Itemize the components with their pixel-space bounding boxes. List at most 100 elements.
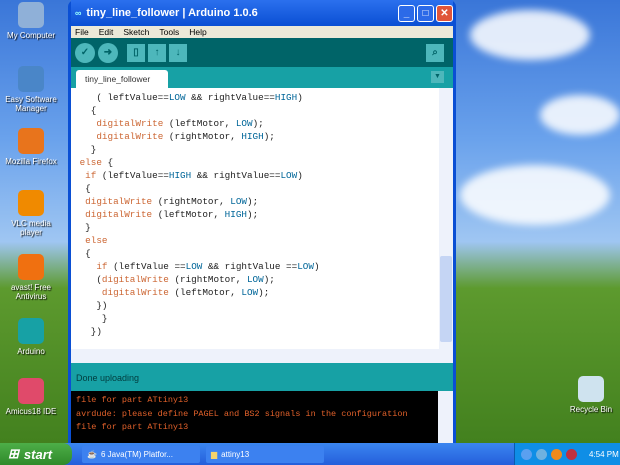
code-token: { bbox=[74, 248, 91, 259]
code-keyword: digitalWrite bbox=[96, 118, 164, 129]
console-scrollbar[interactable] bbox=[438, 391, 453, 444]
save-button[interactable]: ↓ bbox=[169, 43, 187, 62]
menu-file[interactable]: File bbox=[75, 27, 89, 37]
scrollbar-thumb[interactable] bbox=[440, 256, 452, 342]
editor-vertical-scrollbar[interactable] bbox=[439, 88, 453, 349]
menu-edit[interactable]: Edit bbox=[99, 27, 114, 37]
tray-expand-icon[interactable] bbox=[521, 448, 532, 460]
code-line: } bbox=[74, 143, 320, 156]
app-icon bbox=[18, 254, 44, 280]
code-line: else { bbox=[74, 156, 320, 169]
menu-help[interactable]: Help bbox=[189, 27, 206, 37]
code-constant: LOW bbox=[241, 287, 259, 298]
code-keyword: digitalWrite bbox=[101, 287, 169, 298]
code-constant: LOW bbox=[246, 274, 264, 285]
window-title: tiny_line_follower | Arduino 1.0.6 bbox=[86, 7, 258, 19]
menu-sketch[interactable]: Sketch bbox=[123, 27, 149, 37]
app-icon bbox=[18, 190, 44, 216]
start-button[interactable]: ⊞ start bbox=[0, 443, 72, 465]
code-keyword: if bbox=[85, 170, 97, 181]
maximize-button[interactable]: □ bbox=[417, 4, 434, 22]
taskbar-item-java[interactable]: ☕ 6 Java(TM) Platfor... bbox=[82, 445, 200, 463]
cloud bbox=[460, 165, 610, 225]
desktop-icon-recycle-bin[interactable]: Recycle Bin bbox=[560, 376, 620, 414]
editor-horizontal-scrollbar[interactable] bbox=[71, 349, 453, 363]
start-label: start bbox=[23, 446, 53, 462]
code-token: && rightValue== bbox=[191, 170, 281, 181]
java-icon: ☕ bbox=[87, 449, 97, 459]
minimize-button[interactable]: _ bbox=[398, 4, 415, 22]
desktop-icon-label: Amicus18 IDE bbox=[5, 407, 57, 416]
app-icon bbox=[18, 66, 44, 92]
menu-tools[interactable]: Tools bbox=[159, 27, 179, 37]
code-constant: LOW bbox=[185, 261, 203, 272]
desktop-icon-label: Arduino bbox=[17, 347, 45, 356]
code-token: ); bbox=[258, 287, 270, 298]
code-line: }) bbox=[74, 299, 320, 312]
code-constant: LOW bbox=[235, 118, 253, 129]
code-token: { bbox=[101, 157, 114, 168]
desktop-icon-label: Easy Software Manager bbox=[5, 95, 57, 113]
desktop-icon[interactable]: Mozilla Firefox bbox=[0, 128, 62, 166]
code-editor[interactable]: ( leftValue==LOW && rightValue==HIGH) { … bbox=[71, 88, 453, 349]
code-token: (leftValue == bbox=[107, 261, 186, 272]
task-label: 6 Java(TM) Platfor... bbox=[100, 449, 173, 459]
code-keyword: digitalWrite bbox=[101, 274, 169, 285]
app-icon bbox=[18, 2, 44, 28]
tab-tiny-line-follower[interactable]: tiny_line_follower bbox=[76, 70, 168, 88]
recycle-bin-icon bbox=[578, 376, 604, 402]
code-keyword: digitalWrite bbox=[85, 209, 153, 220]
code-text[interactable]: ( leftValue==LOW && rightValue==HIGH) { … bbox=[74, 91, 320, 338]
code-token: } bbox=[74, 313, 108, 324]
code-line: { bbox=[74, 182, 320, 195]
desktop-icon[interactable]: Arduino bbox=[0, 318, 62, 356]
code-constant: LOW bbox=[230, 196, 247, 207]
code-constant: LOW bbox=[297, 261, 314, 272]
code-token: ); bbox=[263, 131, 275, 142]
new-button[interactable]: ▯ bbox=[127, 43, 145, 62]
network-icon[interactable] bbox=[536, 448, 547, 460]
code-token: } bbox=[74, 144, 97, 155]
code-token: ); bbox=[252, 118, 264, 129]
code-line: digitalWrite (rightMotor, LOW); bbox=[74, 195, 320, 208]
close-button[interactable]: ✕ bbox=[436, 4, 453, 22]
clock: 4:54 PM bbox=[589, 449, 619, 459]
code-line: if (leftValue ==LOW && rightValue ==LOW) bbox=[74, 260, 319, 273]
avast-tray-icon[interactable] bbox=[551, 448, 562, 460]
code-constant: LOW bbox=[280, 170, 298, 181]
code-line: { bbox=[74, 104, 320, 117]
tab-menu-button[interactable]: ▼ bbox=[431, 71, 444, 83]
code-line: digitalWrite (rightMotor, HIGH); bbox=[74, 130, 320, 143]
menu-bar: File Edit Sketch Tools Help bbox=[71, 26, 453, 38]
upload-button[interactable]: ➜ bbox=[98, 42, 118, 63]
desktop-icon[interactable]: Easy Software Manager bbox=[0, 66, 62, 113]
code-token: && rightValue== bbox=[185, 92, 275, 103]
desktop-icon[interactable]: VLC media player bbox=[0, 190, 62, 237]
verify-button[interactable]: ✓ bbox=[75, 42, 95, 63]
code-token: }) bbox=[74, 300, 108, 311]
open-button[interactable]: ↑ bbox=[148, 43, 166, 62]
serial-monitor-button[interactable]: ⌕ bbox=[426, 43, 444, 62]
title-bar[interactable]: ∞ tiny_line_follower | Arduino 1.0.6 _ □… bbox=[71, 0, 453, 26]
code-line: if (leftValue==HIGH && rightValue==LOW) bbox=[74, 169, 320, 182]
code-line: } bbox=[74, 312, 320, 325]
security-tray-icon[interactable] bbox=[566, 448, 577, 460]
console-line: avrdude: please define PAGEL and BS2 sig… bbox=[76, 408, 408, 419]
code-line: (digitalWrite (rightMotor, LOW); bbox=[74, 273, 320, 286]
code-token: ( bbox=[74, 274, 102, 285]
desktop-icon-label: Recycle Bin bbox=[569, 405, 613, 414]
code-keyword: digitalWrite bbox=[85, 196, 153, 207]
desktop-icon[interactable]: avast! Free Antivirus bbox=[0, 254, 62, 301]
desktop-icon[interactable]: My Computer bbox=[0, 2, 62, 40]
code-keyword: else bbox=[74, 157, 102, 168]
app-icon bbox=[18, 318, 44, 344]
status-bar: Done uploading bbox=[71, 363, 453, 391]
toolbar: ✓ ➜ ▯ ↑ ↓ ⌕ bbox=[71, 38, 453, 67]
taskbar-item-attiny13[interactable]: ▆ attiny13 bbox=[206, 445, 324, 463]
code-line: digitalWrite (leftMotor, LOW); bbox=[74, 286, 320, 299]
desktop-icon[interactable]: Amicus18 IDE bbox=[0, 378, 62, 416]
